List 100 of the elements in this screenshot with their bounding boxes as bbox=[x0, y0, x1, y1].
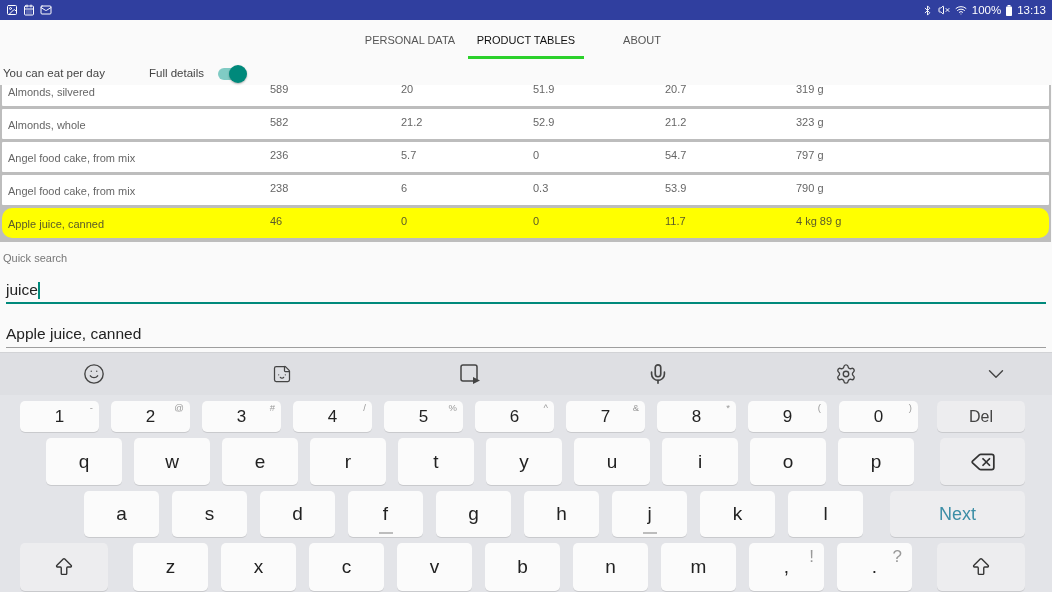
mute-icon bbox=[937, 4, 950, 16]
keyboard-key[interactable]: o bbox=[750, 438, 826, 485]
keyboard-key[interactable]: a bbox=[84, 491, 159, 537]
keyboard-key[interactable]: c bbox=[309, 543, 384, 591]
table-row[interactable]: Angel food cake, from mix 236 5.7 0 54.7 797 g bbox=[2, 142, 1049, 172]
table-cell-text: 323 g bbox=[796, 115, 824, 129]
table-cell-text: 797 g bbox=[796, 148, 824, 162]
settings-icon bbox=[835, 363, 857, 385]
product-name: Angel food cake, from mix bbox=[7, 184, 137, 198]
key-hint: ? bbox=[892, 548, 902, 565]
keyboard-key[interactable]: 7 & bbox=[566, 401, 645, 432]
backspace-key[interactable] bbox=[940, 438, 1025, 485]
keyboard-key[interactable]: h bbox=[524, 491, 599, 537]
keyboard-key[interactable]: l bbox=[788, 491, 863, 537]
keyboard-key[interactable]: e bbox=[222, 438, 298, 485]
keyboard-key[interactable]: y bbox=[486, 438, 562, 485]
table-cell-text: 52.9 bbox=[533, 115, 555, 129]
toggle-switch[interactable] bbox=[217, 65, 247, 83]
shift-icon bbox=[970, 556, 992, 578]
keyboard-key[interactable]: x bbox=[221, 543, 296, 591]
mail-icon bbox=[40, 4, 52, 16]
keyboard-key[interactable]: b bbox=[485, 543, 560, 591]
toggle-label: Full details bbox=[149, 66, 204, 79]
text-cursor-icon bbox=[37, 281, 40, 299]
keyboard-key[interactable]: 4 / bbox=[293, 401, 372, 432]
key-hint: ! bbox=[809, 548, 814, 565]
suggestion-item[interactable]: Apple juice, canned bbox=[6, 322, 1046, 348]
keyboard-key[interactable]: 8 * bbox=[657, 401, 736, 432]
keyboard-key[interactable]: 9 ( bbox=[748, 401, 827, 432]
table-cell: 20.7 bbox=[665, 85, 687, 96]
table-cell: 51.9 bbox=[533, 85, 555, 96]
keyboard-key[interactable]: 3 # bbox=[202, 401, 281, 432]
table-cell-text: 582 bbox=[270, 115, 289, 129]
calendar-icon bbox=[23, 4, 35, 16]
table-cell-text: 790 g bbox=[796, 181, 824, 195]
table-cell-text: 6 bbox=[401, 181, 408, 195]
keyboard-key[interactable]: t bbox=[398, 438, 474, 485]
image-icon bbox=[6, 4, 18, 16]
key-hint: & bbox=[632, 403, 639, 413]
smiley-icon bbox=[83, 363, 105, 385]
tab[interactable]: PERSONAL DATA bbox=[352, 20, 468, 59]
table-cell-text: 0 bbox=[401, 214, 408, 228]
table-cell-text: 0.3 bbox=[533, 181, 549, 195]
keyboard-key[interactable]: 2 @ bbox=[111, 401, 190, 432]
table-cell-text: 0 bbox=[533, 148, 540, 162]
key-hint: ( bbox=[817, 403, 821, 413]
keyboard-key[interactable]: w bbox=[134, 438, 210, 485]
wifi-icon bbox=[954, 4, 967, 16]
keyboard-key[interactable]: z bbox=[133, 543, 208, 591]
keyboard-key[interactable]: . ? bbox=[837, 543, 912, 591]
clock: 13:13 bbox=[1017, 3, 1046, 17]
table-row[interactable]: Almonds, whole 582 21.2 52.9 21.2 323 g bbox=[2, 109, 1049, 139]
table-cell: 319 g bbox=[796, 85, 824, 96]
video-frame-icon bbox=[459, 363, 481, 385]
keyboard-key[interactable]: v bbox=[397, 543, 472, 591]
keyboard-key[interactable]: j bbox=[612, 491, 687, 537]
table-cell: 589 bbox=[270, 85, 289, 96]
table-row[interactable]: Almonds, silvered 589 20 51.9 20.7 319 g bbox=[2, 85, 1049, 106]
table-cell-text: 11.7 bbox=[665, 214, 686, 228]
keyboard-key[interactable]: k bbox=[700, 491, 775, 537]
table-cell-text: 4 kg 89 g bbox=[796, 214, 842, 228]
table-cell: 20 bbox=[401, 85, 414, 96]
dash-mark-icon bbox=[642, 532, 657, 534]
keyboard-key[interactable]: m bbox=[661, 543, 736, 591]
keyboard-key[interactable]: g bbox=[436, 491, 511, 537]
delete-key[interactable]: Del bbox=[937, 401, 1025, 432]
key-hint: * bbox=[726, 403, 730, 413]
table-row[interactable]: Apple juice, canned 46 0 0 11.7 4 kg 89 g bbox=[2, 208, 1049, 238]
product-name: Almonds, silvered bbox=[7, 85, 96, 99]
table-cell-text: 236 bbox=[270, 148, 289, 162]
table-cell-text: 21.2 bbox=[401, 115, 423, 129]
table-row[interactable]: Angel food cake, from mix 238 6 0.3 53.9 790 g bbox=[2, 175, 1049, 205]
keyboard-key[interactable]: p bbox=[838, 438, 914, 485]
key-hint: # bbox=[269, 403, 275, 413]
key-hint: ) bbox=[908, 403, 912, 413]
keyboard-key[interactable]: u bbox=[574, 438, 650, 485]
key-hint: / bbox=[363, 403, 366, 413]
table-cell-text: 238 bbox=[270, 181, 289, 195]
keyboard-key[interactable]: d bbox=[260, 491, 335, 537]
key-hint: - bbox=[89, 403, 93, 413]
keyboard-key[interactable]: n bbox=[573, 543, 648, 591]
keyboard-key[interactable]: 0 ) bbox=[839, 401, 918, 432]
tab[interactable]: ABOUT bbox=[584, 20, 700, 59]
key-hint: % bbox=[448, 403, 457, 413]
keyboard-key[interactable]: , ! bbox=[749, 543, 824, 591]
keyboard-key[interactable]: q bbox=[46, 438, 122, 485]
keyboard-key[interactable]: s bbox=[172, 491, 247, 537]
battery-icon bbox=[1006, 4, 1013, 16]
keyboard-key[interactable]: 1 - bbox=[20, 401, 99, 432]
product-name: Angel food cake, from mix bbox=[7, 151, 137, 165]
search-field[interactable]: juice bbox=[6, 277, 1046, 304]
battery-level: 100% bbox=[971, 3, 1002, 17]
sticker-icon bbox=[272, 364, 292, 384]
keyboard-key[interactable]: i bbox=[662, 438, 738, 485]
keyboard-key[interactable]: f bbox=[348, 491, 423, 537]
keyboard-key[interactable]: 6 ^ bbox=[475, 401, 554, 432]
shift-icon bbox=[53, 556, 75, 578]
tab[interactable]: PRODUCT TABLES bbox=[468, 20, 584, 59]
keyboard-key[interactable]: r bbox=[310, 438, 386, 485]
keyboard-key[interactable]: 5 % bbox=[384, 401, 463, 432]
